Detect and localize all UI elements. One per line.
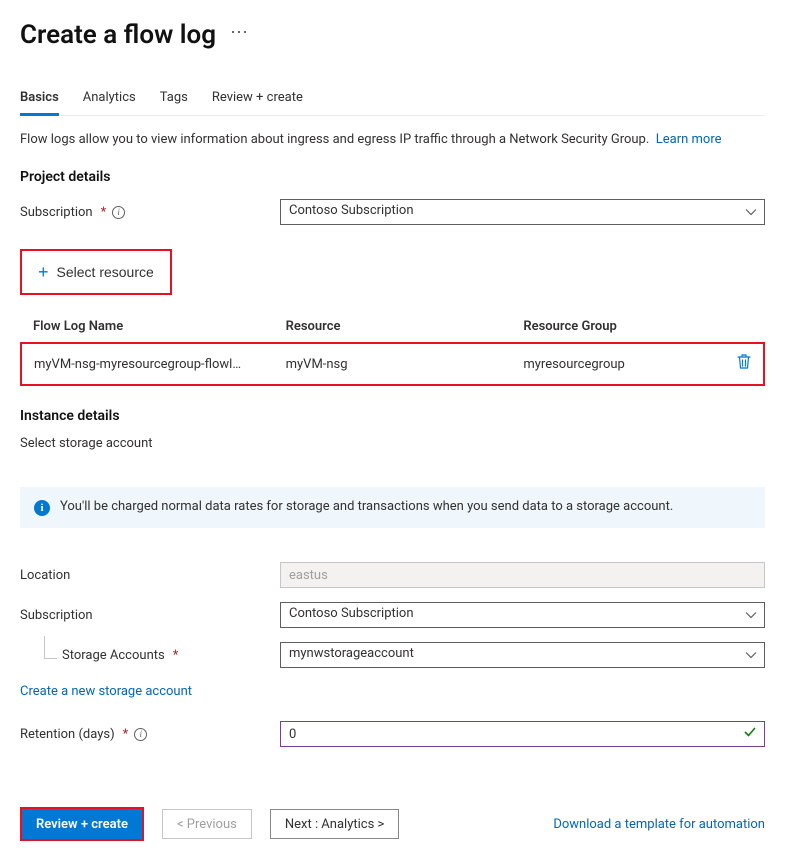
location-label-text: Location [20, 568, 70, 583]
info-icon[interactable]: i [134, 728, 147, 741]
col-resource-group: Resource Group [511, 311, 719, 343]
review-create-highlight: Review + create [20, 807, 144, 841]
previous-button: < Previous [162, 809, 252, 839]
info-icon[interactable]: i [112, 206, 125, 219]
retention-input[interactable] [280, 721, 765, 747]
location-input [280, 562, 765, 588]
col-resource: Resource [274, 311, 512, 343]
location-label: Location [20, 568, 280, 583]
trash-icon [737, 354, 751, 370]
required-indicator: * [101, 205, 107, 220]
retention-row: Retention (days) * i [20, 721, 765, 747]
create-storage-account-link[interactable]: Create a new storage account [20, 684, 192, 699]
storage-accounts-label: Storage Accounts * [20, 648, 280, 663]
plus-icon: + [38, 263, 49, 281]
cell-resource: myVM-nsg [274, 343, 512, 385]
page-header: Create a flow log ⋯ [20, 20, 765, 50]
project-details-heading: Project details [20, 169, 765, 185]
banner-text: You'll be charged normal data rates for … [60, 499, 673, 514]
learn-more-link[interactable]: Learn more [656, 132, 722, 147]
review-create-button[interactable]: Review + create [22, 809, 142, 839]
resource-table: Flow Log Name Resource Resource Group my… [20, 311, 765, 386]
location-row: Location [20, 562, 765, 588]
select-resource-label: Select resource [57, 264, 154, 280]
subscription-select[interactable]: Contoso Subscription [280, 199, 765, 225]
select-storage-subheading: Select storage account [20, 436, 765, 451]
tab-description-text: Flow logs allow you to view information … [20, 132, 649, 147]
info-icon: i [34, 500, 50, 516]
storage-accounts-row: Storage Accounts * mynwstorageaccount [20, 642, 765, 668]
table-row[interactable]: myVM-nsg-myresourcegroup-flowl… myVM-nsg… [21, 343, 764, 385]
storage-subscription-label-text: Subscription [20, 608, 93, 623]
next-button[interactable]: Next : Analytics > [270, 809, 399, 839]
required-indicator: * [173, 648, 179, 663]
tab-description: Flow logs allow you to view information … [20, 132, 765, 147]
storage-subscription-select[interactable]: Contoso Subscription [280, 602, 765, 628]
wizard-footer: Review + create < Previous Next : Analyt… [20, 807, 765, 841]
tab-bar: Basics Analytics Tags Review + create [20, 90, 765, 116]
retention-label: Retention (days) * i [20, 727, 280, 742]
tab-basics[interactable]: Basics [20, 90, 59, 116]
page-title: Create a flow log [20, 20, 216, 50]
tab-tags[interactable]: Tags [160, 90, 188, 115]
retention-label-text: Retention (days) [20, 727, 115, 742]
delete-row-button[interactable] [719, 343, 764, 385]
more-actions-icon[interactable]: ⋯ [230, 22, 250, 43]
instance-details-heading: Instance details [20, 408, 765, 424]
storage-charge-banner: i You'll be charged normal data rates fo… [20, 487, 765, 528]
select-resource-button[interactable]: + Select resource [24, 253, 168, 291]
tab-analytics[interactable]: Analytics [83, 90, 136, 115]
storage-accounts-label-text: Storage Accounts [62, 648, 165, 663]
check-icon [743, 725, 757, 743]
col-flow-log-name: Flow Log Name [21, 311, 274, 343]
subscription-label-text: Subscription [20, 205, 93, 220]
required-indicator: * [123, 727, 129, 742]
select-resource-highlight: + Select resource [20, 249, 172, 295]
storage-subscription-row: Subscription Contoso Subscription [20, 602, 765, 628]
subscription-row: Subscription * i Contoso Subscription [20, 199, 765, 225]
cell-resource-group: myresourcegroup [511, 343, 719, 385]
subscription-label: Subscription * i [20, 205, 280, 220]
cell-flow-log-name: myVM-nsg-myresourcegroup-flowl… [21, 343, 274, 385]
storage-subscription-label: Subscription [20, 608, 280, 623]
tab-review-create[interactable]: Review + create [212, 90, 303, 115]
download-template-link[interactable]: Download a template for automation [553, 817, 765, 832]
storage-accounts-select[interactable]: mynwstorageaccount [280, 642, 765, 668]
